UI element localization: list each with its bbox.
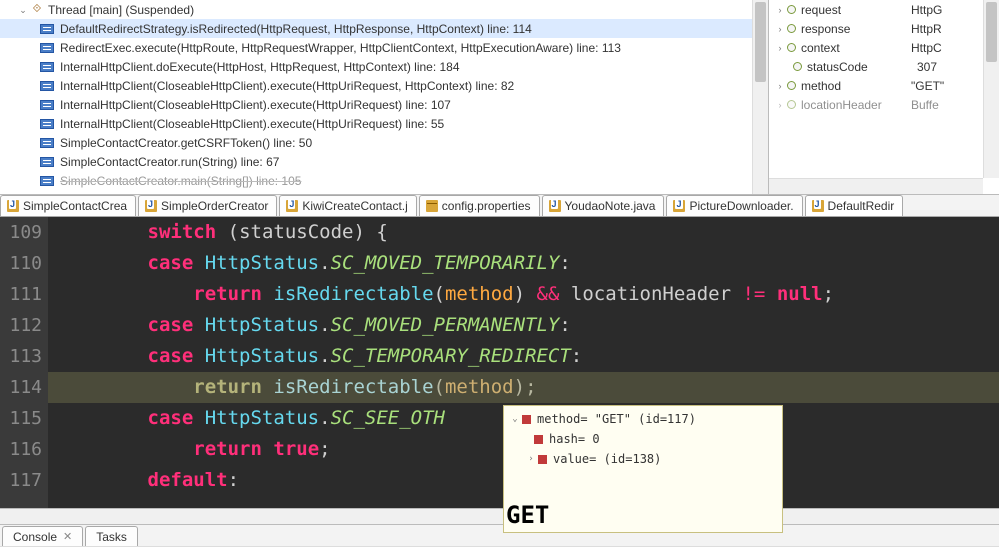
- stack-frame-icon: [40, 138, 54, 148]
- variable-row[interactable]: statusCode 307: [769, 57, 999, 76]
- stack-frame-icon: [40, 119, 54, 129]
- variable-row[interactable]: › response HttpR: [769, 19, 999, 38]
- top-split: ⌄ ⟐ Thread [main] (Suspended) DefaultRed…: [0, 0, 999, 195]
- chevron-right-icon[interactable]: ›: [526, 454, 536, 464]
- field-icon: [522, 415, 531, 424]
- stack-frame[interactable]: RedirectExec.execute(HttpRoute, HttpRequ…: [0, 38, 768, 57]
- debug-stack-panel[interactable]: ⌄ ⟐ Thread [main] (Suspended) DefaultRed…: [0, 0, 769, 194]
- stack-frame[interactable]: DefaultRedirectStrategy.isRedirected(Htt…: [0, 19, 768, 38]
- thread-icon: ⟐: [30, 3, 44, 17]
- chevron-right-icon[interactable]: ›: [775, 5, 785, 15]
- editor-tabstrip: SimpleContactCrea SimpleOrderCreator Kiw…: [0, 195, 999, 217]
- close-icon[interactable]: ✕: [63, 530, 72, 543]
- variable-icon: [787, 81, 796, 90]
- java-file-icon: [812, 200, 824, 212]
- stack-frame-icon: [40, 24, 54, 34]
- variable-icon: [787, 43, 796, 52]
- stack-frame[interactable]: InternalHttpClient(CloseableHttpClient).…: [0, 114, 768, 133]
- variable-hover-popup[interactable]: ⌄method= "GET" (id=117) hash= 0 ›value= …: [503, 405, 783, 533]
- stack-frame-icon: [40, 43, 54, 53]
- stack-frame-icon: [40, 100, 54, 110]
- stack-frame[interactable]: InternalHttpClient(CloseableHttpClient).…: [0, 76, 768, 95]
- stack-frame-icon: [40, 62, 54, 72]
- bottom-panel: [0, 546, 999, 558]
- code-content[interactable]: switch (statusCode) { case HttpStatus.SC…: [48, 217, 999, 508]
- field-icon: [534, 435, 543, 444]
- stack-frame[interactable]: InternalHttpClient.doExecute(HttpHost, H…: [0, 57, 768, 76]
- stack-frame-icon: [40, 176, 54, 186]
- editor-tab[interactable]: DefaultRedir: [805, 195, 904, 216]
- thread-row[interactable]: ⌄ ⟐ Thread [main] (Suspended): [0, 0, 768, 19]
- editor-tab[interactable]: KiwiCreateContact.j: [279, 195, 416, 216]
- tasks-tab[interactable]: Tasks: [85, 526, 138, 546]
- properties-file-icon: [426, 200, 438, 212]
- variable-row[interactable]: › locationHeader Buffe: [769, 95, 999, 114]
- field-icon: [538, 455, 547, 464]
- stack-frame[interactable]: InternalHttpClient(CloseableHttpClient).…: [0, 95, 768, 114]
- chevron-right-icon[interactable]: ›: [775, 100, 785, 110]
- variable-icon: [787, 24, 796, 33]
- chevron-right-icon[interactable]: ›: [775, 43, 785, 53]
- editor-tab[interactable]: config.properties: [419, 195, 540, 216]
- editor-tab[interactable]: SimpleContactCrea: [0, 195, 136, 216]
- java-file-icon: [549, 200, 561, 212]
- editor-tab[interactable]: YoudaoNote.java: [542, 195, 665, 216]
- variable-row[interactable]: › context HttpC: [769, 38, 999, 57]
- gutter: 109110111 112113114 115116117: [0, 217, 48, 508]
- editor-tab[interactable]: SimpleOrderCreator: [138, 195, 277, 216]
- chevron-right-icon[interactable]: ›: [775, 81, 785, 91]
- hover-detail-value: GET: [498, 499, 776, 529]
- stack-frame[interactable]: SimpleContactCreator.main(String[]) line…: [0, 171, 768, 190]
- variable-icon: [787, 100, 796, 109]
- editor-tab[interactable]: PictureDownloader.: [666, 195, 802, 216]
- variable-icon: [787, 5, 796, 14]
- java-file-icon: [7, 200, 19, 212]
- console-tab[interactable]: Console✕: [2, 526, 83, 546]
- scrollbar-vertical[interactable]: [983, 0, 999, 178]
- chevron-down-icon[interactable]: ⌄: [510, 414, 520, 424]
- variable-row[interactable]: › method "GET": [769, 76, 999, 95]
- stack-frame-icon: [40, 157, 54, 167]
- thread-label: Thread [main] (Suspended): [48, 3, 194, 17]
- variable-icon: [793, 62, 802, 71]
- stack-frame-icon: [40, 81, 54, 91]
- scrollbar-vertical[interactable]: [752, 0, 768, 194]
- java-file-icon: [286, 200, 298, 212]
- chevron-right-icon[interactable]: ›: [775, 24, 785, 34]
- variable-row[interactable]: › request HttpG: [769, 0, 999, 19]
- java-file-icon: [145, 200, 157, 212]
- stack-frame[interactable]: SimpleContactCreator.getCSRFToken() line…: [0, 133, 768, 152]
- code-editor[interactable]: 109110111 112113114 115116117 switch (st…: [0, 217, 999, 508]
- stack-frame[interactable]: SimpleContactCreator.run(String) line: 6…: [0, 152, 768, 171]
- java-file-icon: [673, 200, 685, 212]
- variables-panel[interactable]: › request HttpG › response HttpR › conte…: [769, 0, 999, 194]
- chevron-down-icon[interactable]: ⌄: [18, 5, 28, 15]
- scrollbar-horizontal[interactable]: [769, 178, 983, 194]
